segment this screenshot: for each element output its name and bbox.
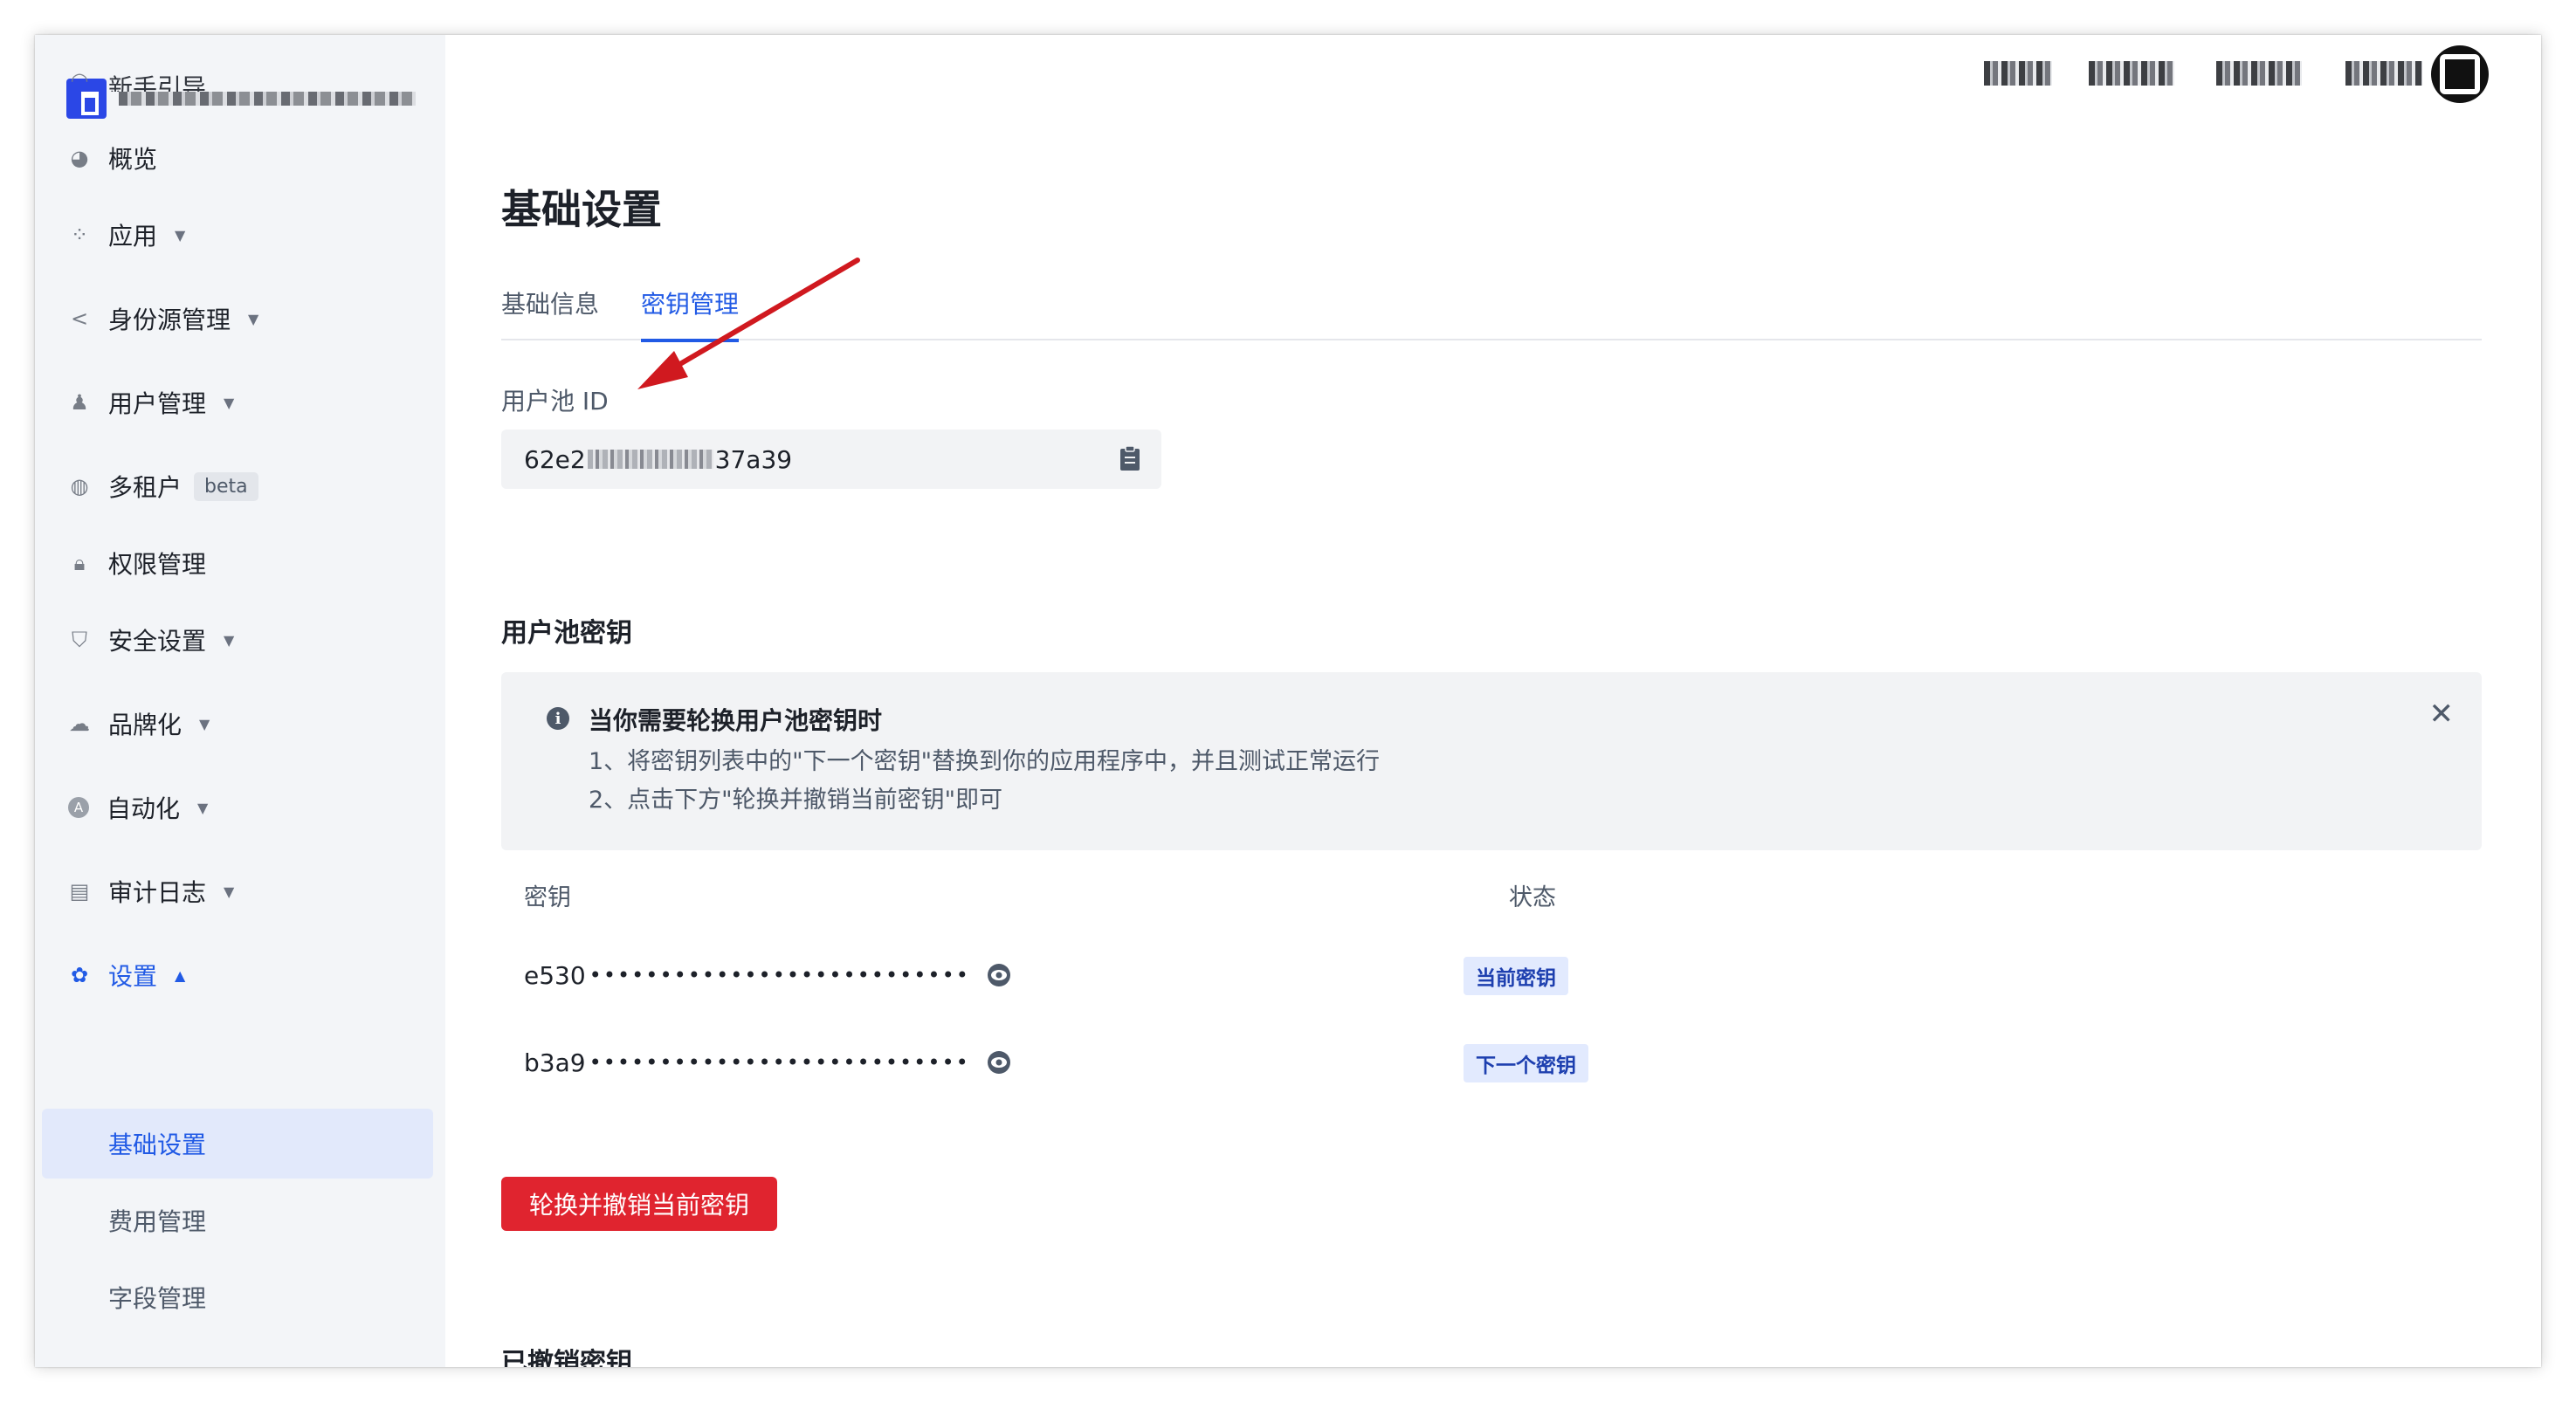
lock-icon: 🔒︎ — [73, 551, 86, 575]
shield-icon: ⛉ — [72, 628, 87, 652]
sidebar-item-settings[interactable]: ✿ 设置 ▲ — [68, 953, 185, 997]
pool-id-redacted — [587, 450, 713, 469]
tab-bar: 基础信息 密钥管理 — [501, 283, 2482, 342]
key-prefix: e530 — [524, 960, 586, 990]
gear-icon: ✿ — [70, 963, 89, 987]
sidebar-item-overview[interactable]: ◕ 概览 — [68, 136, 158, 180]
sidebar-item-branding[interactable]: ☁ 品牌化 ▼ — [68, 702, 210, 746]
sidebar-item-automation[interactable]: A 自动化 ▼ — [68, 786, 208, 829]
chevron-down-icon: ▼ — [197, 799, 209, 816]
sidebar-sub-basic-settings[interactable]: 基础设置 — [108, 1122, 206, 1165]
main-content: 基础设置 基础信息 密钥管理 用户池 ID 62e2 37a39 用户池密钥 i… — [445, 35, 2541, 1367]
log-icon: ▤ — [69, 879, 90, 904]
table-row: e530 ••••••••••••••••••••••••••• — [524, 953, 1012, 997]
brush-icon: ☁ — [69, 711, 90, 736]
table-header-status: 状态 — [1509, 884, 1556, 911]
key-mask: ••••••••••••••••••••••••••• — [589, 1050, 970, 1075]
eye-icon[interactable] — [986, 1049, 1012, 1076]
chevron-down-icon: ▼ — [224, 631, 235, 649]
close-icon[interactable]: ✕ — [2429, 697, 2455, 732]
apps-grid-icon: ⁘ — [70, 223, 89, 247]
chevron-down-icon: ▼ — [248, 310, 259, 327]
status-badge-current: 当前密钥 — [1464, 957, 1568, 995]
topbar-link-redacted-4[interactable] — [2345, 61, 2422, 86]
sidebar-item-identity-sources[interactable]: < 身份源管理 ▼ — [68, 297, 258, 340]
status-badge-next: 下一个密钥 — [1464, 1044, 1588, 1082]
info-icon: i — [547, 707, 569, 730]
tab-key-management[interactable]: 密钥管理 — [641, 283, 740, 342]
table-row: b3a9 ••••••••••••••••••••••••••• — [524, 1041, 1012, 1084]
automation-icon: A — [68, 797, 89, 818]
chevron-up-icon: ▲ — [175, 966, 186, 984]
pie-chart-icon: ◕ — [70, 146, 89, 170]
sidebar-item-security[interactable]: ⛉ 安全设置 ▼ — [68, 618, 234, 662]
key-prefix: b3a9 — [524, 1048, 586, 1077]
pool-id-field[interactable]: 62e2 37a39 — [501, 430, 1161, 489]
chevron-down-icon: ▼ — [224, 883, 235, 900]
alert-title: 当你需要轮换用户池密钥时 — [589, 706, 883, 735]
share-nodes-icon: < — [70, 306, 89, 331]
alert-line-2: 2、点击下方"轮换并撤销当前密钥"即可 — [589, 787, 1003, 814]
tab-basic-info[interactable]: 基础信息 — [501, 283, 599, 340]
chevron-down-icon: ▼ — [224, 394, 235, 411]
topbar-link-redacted-2[interactable] — [2089, 61, 2174, 86]
table-header-key: 密钥 — [524, 884, 571, 911]
user-avatar[interactable] — [2431, 45, 2489, 103]
rotate-info-alert: i 当你需要轮换用户池密钥时 1、将密钥列表中的"下一个密钥"替换到你的应用程序… — [501, 672, 2482, 850]
sidebar-item-onboarding[interactable]: ◠ 新手引导 — [68, 65, 207, 92]
sidebar-sub-billing[interactable]: 费用管理 — [108, 1199, 206, 1242]
pool-id-prefix: 62e2 — [524, 444, 586, 474]
pool-id-label: 用户池 ID — [501, 387, 609, 416]
topbar-link-redacted-1[interactable] — [1984, 61, 2052, 86]
chevron-down-icon: ▼ — [199, 715, 210, 732]
eye-icon[interactable] — [986, 962, 1012, 988]
beta-badge: beta — [194, 471, 258, 501]
secret-section-title: 用户池密钥 — [501, 618, 632, 649]
rotate-revoke-button[interactable]: 轮换并撤销当前密钥 — [501, 1177, 777, 1231]
app-window: ◠ 新手引导 ◕ 概览 ⁘ 应用 ▼ < 身份源管理 ▼ ♟ 用户管理 ▼ ◍ … — [35, 35, 2541, 1367]
sidebar-item-permissions[interactable]: 🔒︎ 权限管理 — [68, 541, 206, 585]
sub-item-highlight — [42, 1109, 433, 1179]
sidebar-item-users[interactable]: ♟ 用户管理 ▼ — [68, 381, 234, 424]
chevron-down-icon: ▼ — [175, 226, 186, 244]
key-mask: ••••••••••••••••••••••••••• — [589, 963, 970, 987]
sidebar-item-multi-tenant[interactable]: ◍ 多租户 beta — [68, 464, 258, 508]
sidebar-item-audit-log[interactable]: ▤ 审计日志 ▼ — [68, 869, 235, 913]
pool-id-suffix: 37a39 — [714, 444, 793, 474]
sidebar-item-apps[interactable]: ⁘ 应用 ▼ — [68, 213, 185, 257]
onboarding-icon: ◠ — [70, 68, 89, 92]
revoked-section-title: 已撤销密钥 — [501, 1348, 632, 1367]
page-title: 基础设置 — [501, 186, 662, 233]
users-icon: ♟ — [70, 390, 89, 415]
tenant-icon: ◍ — [70, 474, 89, 498]
topbar-link-redacted-3[interactable] — [2216, 61, 2302, 86]
clipboard-icon[interactable] — [1119, 445, 1140, 471]
org-name-redacted — [119, 92, 416, 106]
sidebar-sub-fields[interactable]: 字段管理 — [108, 1275, 206, 1319]
alert-line-1: 1、将密钥列表中的"下一个密钥"替换到你的应用程序中，并且测试正常运行 — [589, 748, 1381, 775]
sidebar: ◠ 新手引导 ◕ 概览 ⁘ 应用 ▼ < 身份源管理 ▼ ♟ 用户管理 ▼ ◍ … — [35, 35, 445, 1367]
